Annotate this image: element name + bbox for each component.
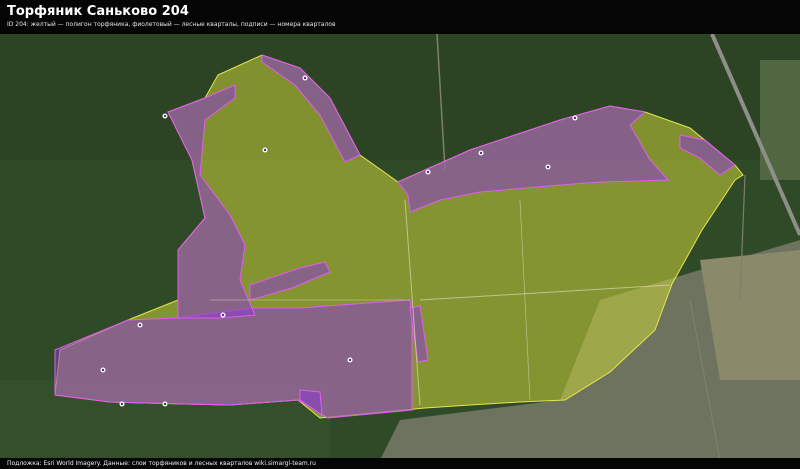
quarter-marker-icon[interactable] [220,312,226,318]
map-title: Торфяник Саньково 204 [7,4,189,19]
map-canvas[interactable] [0,0,800,469]
map-header: Торфяник Саньково 204 ID 204: желтый — п… [0,0,800,34]
quarter-marker-icon[interactable] [119,401,125,407]
quarter-marker-icon[interactable] [545,164,551,170]
quarter-marker-icon[interactable] [262,147,268,153]
quarter-marker-icon[interactable] [478,150,484,156]
quarter-marker-icon[interactable] [347,357,353,363]
quarter-marker-icon[interactable] [302,75,308,81]
quarter-marker-icon[interactable] [137,322,143,328]
quarter-marker-icon[interactable] [162,401,168,407]
quarter-marker-icon[interactable] [100,367,106,373]
quarter-marker-icon[interactable] [572,115,578,121]
quarter-marker-icon[interactable] [425,169,431,175]
quarter-marker-icon[interactable] [162,113,168,119]
map-subtitle: ID 204: желтый — полигон торфяника, фиол… [7,21,336,28]
map-attribution: Подложка: Esri World Imagery. Данные: сл… [0,458,800,469]
